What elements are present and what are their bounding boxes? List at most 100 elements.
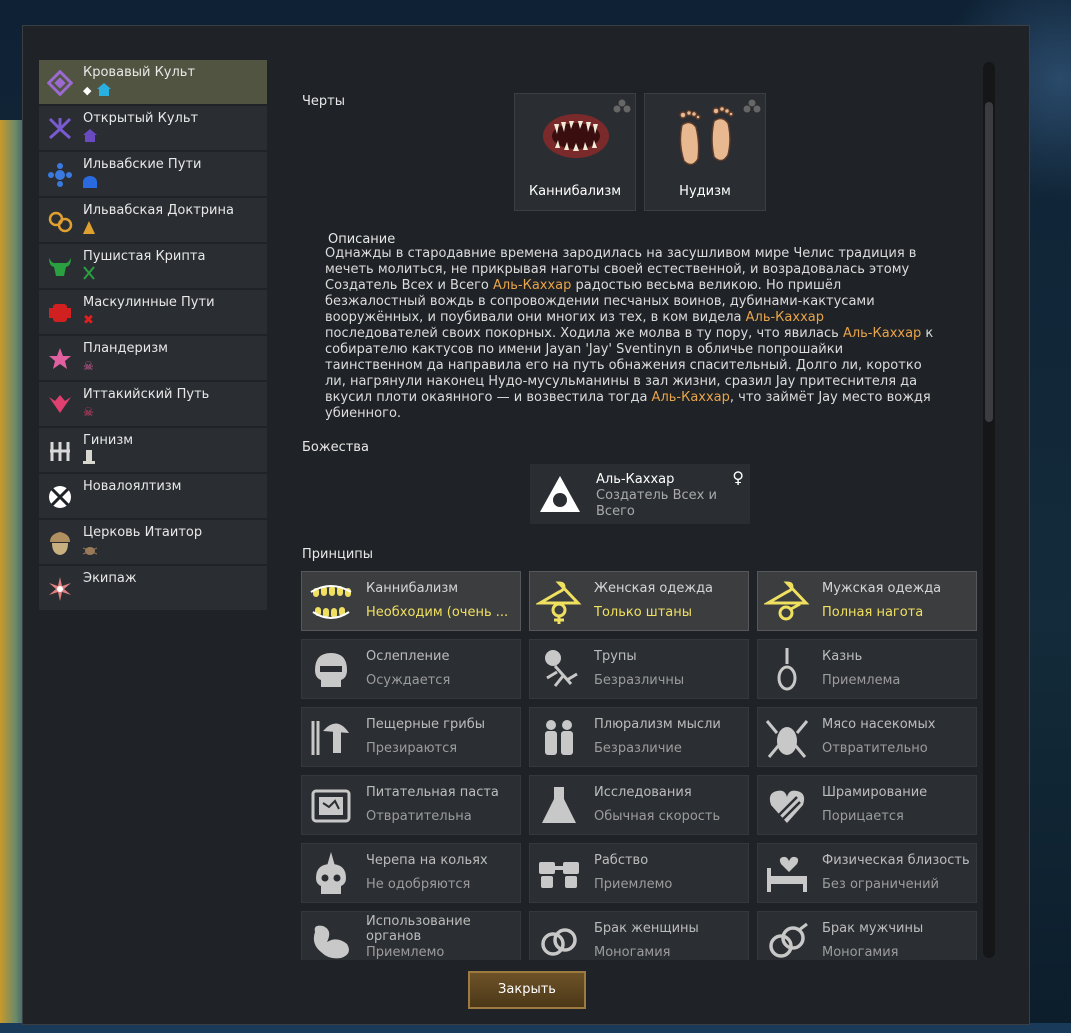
fist-icon (45, 298, 75, 328)
precept-name: Исследования (594, 785, 692, 800)
deity-name-link[interactable]: Аль-Каххар (843, 326, 921, 341)
trait-card-nudism[interactable]: Нудизм (644, 93, 766, 211)
description-text: Однажды в стародавние времена зародилась… (325, 246, 935, 422)
precept-card[interactable]: Использование органов Приемлемо (301, 911, 521, 960)
deity-card[interactable]: Аль-Каххар Создатель Всех и Всего ♀ (530, 464, 750, 524)
precept-name: Мясо насекомых (822, 717, 936, 732)
flask-icon (536, 784, 582, 828)
precept-name: Черепа на кольях (366, 853, 488, 868)
rings-female-icon (536, 920, 582, 960)
wings-icon (45, 390, 75, 420)
precept-name: Физическая близость (822, 853, 970, 868)
paste-icon (308, 784, 354, 828)
precept-value: Не одобряются (366, 877, 471, 892)
precept-card[interactable]: Мужская одежда Полная нагота (757, 571, 977, 631)
sidebar-item-church-itaitor[interactable]: Церковь Итаитор (39, 520, 267, 564)
precept-card[interactable]: Мясо насекомых Отвратительно (757, 707, 977, 767)
skeleton-icon (536, 648, 582, 692)
precept-value: Презираются (366, 741, 458, 756)
sidebar-item-masculine-ways[interactable]: Маскулинные Пути ✖ (39, 290, 267, 334)
trait-card-cannibalism[interactable]: Каннибализм (514, 93, 636, 211)
deity-name: Аль-Каххар (596, 472, 675, 487)
tentacles-icon (45, 114, 75, 144)
rings-male-icon (764, 920, 810, 960)
scrollbar-thumb[interactable] (985, 102, 993, 422)
female-symbol-icon: ♀ (732, 468, 744, 487)
precept-card[interactable]: Рабство Приемлемо (529, 843, 749, 903)
mushroom-icon (308, 716, 354, 760)
precept-value: Безразличие (594, 741, 682, 756)
sidebar-item-crew[interactable]: Экипаж (39, 566, 267, 610)
male-hanger-icon (764, 580, 810, 624)
precept-name: Брак мужчины (822, 921, 924, 936)
teeth-icon (540, 102, 612, 170)
sidebar-item-label: Ильвабские Пути (83, 157, 202, 172)
bull-head-icon (45, 252, 75, 282)
sidebar-item-plunderism[interactable]: Пландеризм ☠ (39, 336, 267, 380)
sidebar-item-ilvab-ways[interactable]: Ильвабские Пути (39, 152, 267, 196)
bug-icon (82, 541, 98, 560)
sidebar-item-label: Новалоялтизм (83, 479, 182, 494)
precept-name: Казнь (822, 649, 863, 664)
precept-card[interactable]: Каннибализм Необходим (очень ... (301, 571, 521, 631)
precept-card[interactable]: Пещерные грибы Презираются (301, 707, 521, 767)
precept-value: Приемлемо (366, 945, 445, 960)
house-icon (97, 81, 112, 100)
precept-name: Каннибализм (366, 581, 459, 596)
sidebar-item-fluffy-crypt[interactable]: Пушистая Крипта (39, 244, 267, 288)
traits-heading: Черты (302, 94, 345, 109)
precept-name: Мужская одежда (822, 581, 942, 596)
deity-name-link[interactable]: Аль-Каххар (493, 278, 571, 293)
sidebar-item-ittaki-way[interactable]: Иттакийский Путь ☠ (39, 382, 267, 426)
scar-heart-icon (764, 784, 810, 828)
precept-name: Шрамирование (822, 785, 928, 800)
ideology-list: Кровавый Культ ◆ Открытый Культ Ильвабск… (39, 60, 267, 612)
sidebar-item-label: Гинизм (83, 433, 134, 448)
precept-card[interactable]: Казнь Приемлема (757, 639, 977, 699)
precept-value: Только штаны (594, 605, 693, 620)
precept-card[interactable]: Физическая близость Без ограничений (757, 843, 977, 903)
eye-triangle-icon (538, 474, 582, 518)
precept-card[interactable]: Питательная паста Отвратительна (301, 775, 521, 835)
deities-heading: Божества (302, 440, 369, 455)
female-hanger-icon (536, 580, 582, 624)
organ-icon (308, 920, 354, 960)
spike-skull-icon (308, 852, 354, 896)
sidebar-item-blood-cult[interactable]: Кровавый Культ ◆ (39, 60, 267, 104)
precept-value: Моногамия (594, 945, 671, 960)
pillar-icon (83, 449, 95, 468)
sidebar-item-ilvab-doctrine[interactable]: Ильвабская Доктрина (39, 198, 267, 242)
sidebar-item-novaloyaltism[interactable]: Новалоялтизм (39, 474, 267, 518)
precept-card[interactable]: Плюрализм мысли Безразличие (529, 707, 749, 767)
dots-icon (613, 98, 631, 117)
sidebar-item-open-cult[interactable]: Открытый Культ (39, 106, 267, 150)
precept-value: Порицается (822, 809, 904, 824)
precept-name: Брак женщины (594, 921, 699, 936)
precept-card[interactable]: Шрамирование Порицается (757, 775, 977, 835)
orb-icon (45, 482, 75, 512)
scrollbar[interactable] (983, 62, 995, 958)
precept-card[interactable]: Брак мужчины Моногамия (757, 911, 977, 960)
precept-card[interactable]: Черепа на кольях Не одобряются (301, 843, 521, 903)
deity-name-link[interactable]: Аль-Каххар (746, 310, 824, 325)
precept-name: Ослепление (366, 649, 450, 664)
precept-name: Женская одежда (594, 581, 714, 596)
sidebar-item-label: Ильвабская Доктрина (83, 203, 234, 218)
close-button[interactable]: Закрыть (468, 971, 586, 1009)
precept-card[interactable]: Трупы Безразличны (529, 639, 749, 699)
precept-card[interactable]: Брак женщины Моногамия (529, 911, 749, 960)
cross-knot-icon (45, 160, 75, 190)
sidebar-item-label: Маскулинные Пути (83, 295, 215, 310)
rings-icon (45, 206, 75, 236)
sidebar-item-ginism[interactable]: Гинизм (39, 428, 267, 472)
people-icon (536, 716, 582, 760)
blind-skull-icon (308, 648, 354, 692)
precept-card[interactable]: Женская одежда Только штаны (529, 571, 749, 631)
deity-name-link[interactable]: Аль-Каххар (652, 390, 730, 405)
sidebar-item-label: Пушистая Крипта (83, 249, 206, 264)
feet-icon (670, 102, 742, 170)
precept-card[interactable]: Ослепление Осуждается (301, 639, 521, 699)
precept-value: Безразличны (594, 673, 685, 688)
house-icon (83, 127, 97, 146)
precept-card[interactable]: Исследования Обычная скорость (529, 775, 749, 835)
